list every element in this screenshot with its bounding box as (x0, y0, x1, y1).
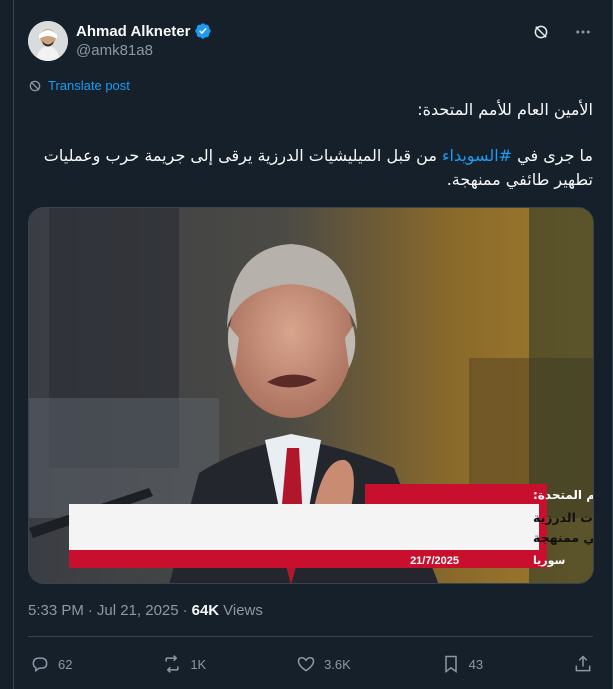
verified-badge-icon (194, 22, 212, 40)
translate-link[interactable]: Translate post (28, 78, 130, 93)
like-icon (297, 656, 315, 672)
reply-button[interactable]: 62 (30, 654, 72, 674)
caption-date: 21/7/2025 (410, 555, 459, 567)
like-count: 3.6K (324, 656, 351, 672)
reply-count: 62 (58, 656, 73, 672)
translate-label: Translate post (48, 78, 130, 93)
tweet-line-3: تطهير طائفي ممنهجة. (446, 170, 593, 189)
hashtag-link[interactable]: #السويداء (442, 146, 512, 165)
tweet-meta: 5:33 PM · Jul 21, 2025 · 64K Views (28, 602, 263, 619)
tweet-media[interactable]: الأمين العام للأمم المتحدة: ما جرى في ال… (28, 207, 594, 584)
tweet-line-2-prefix: ما جرى في (512, 146, 593, 165)
bookmark-count: 43 (468, 656, 484, 672)
author-row: Ahmad Alkneter (76, 22, 212, 40)
translate-icon (29, 80, 41, 91)
bookmark-icon (444, 655, 457, 673)
grok-icon[interactable] (531, 22, 551, 42)
avatar[interactable] (28, 21, 68, 61)
caption-line-1: ما جرى في السويداء من قبل الميليشيات الد… (533, 510, 594, 525)
caption-header: الأمين العام للأمم المتحدة: (533, 487, 594, 503)
tweet-line-2-suffix: من قبل الميليشيات الدرزية يرقى إلى جريمة… (43, 146, 442, 165)
tweet-line-1: الأمين العام للأمم المتحدة: (417, 100, 593, 119)
views-label: Views (223, 602, 263, 619)
repost-icon (165, 655, 179, 673)
action-bar: 62 1K 3.6K 43 (30, 652, 593, 676)
post-time[interactable]: 5:33 PM (28, 602, 84, 619)
tweet-text: الأمين العام للأمم المتحدة: ما جرى في #ا… (33, 98, 593, 192)
top-actions (531, 22, 593, 42)
views-count[interactable]: 64K (192, 602, 220, 619)
author-name[interactable]: Ahmad Alkneter (76, 23, 190, 40)
like-button[interactable]: 3.6K (296, 654, 351, 674)
bookmark-button[interactable]: 43 (441, 654, 483, 674)
caption-line-2: يرقى إلى جريمة حرب وعمليات تطهير طائفي م… (533, 530, 594, 545)
more-icon[interactable] (573, 22, 593, 42)
author-handle[interactable]: @amk81a8 (76, 42, 153, 59)
divider (28, 636, 593, 637)
tweet-line-2: ما جرى في #السويداء من قبل الميليشيات ال… (33, 144, 593, 168)
caption-source: سوريا (533, 554, 565, 567)
repost-count: 1K (190, 656, 207, 672)
repost-button[interactable]: 1K (162, 654, 206, 674)
reply-icon (32, 657, 48, 673)
share-button[interactable] (573, 654, 593, 674)
speaker-photo: الأمين العام للأمم المتحدة: ما جرى في ال… (29, 208, 594, 583)
meta-separator: · (87, 602, 93, 619)
post-date[interactable]: Jul 21, 2025 (97, 602, 179, 619)
meta-separator-2: · (182, 602, 188, 619)
share-icon (575, 655, 591, 672)
